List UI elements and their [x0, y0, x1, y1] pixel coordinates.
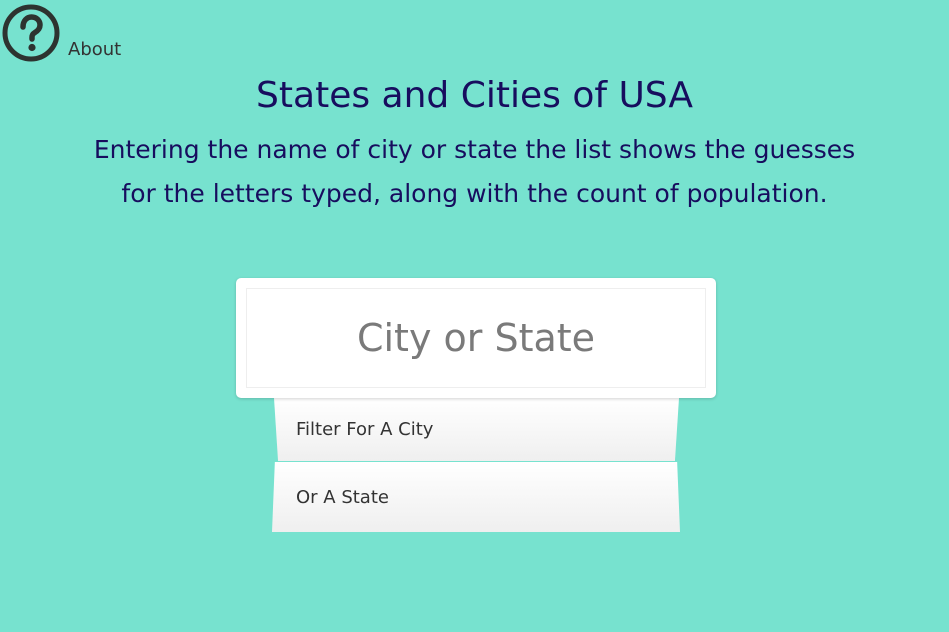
subtitle-line-2: for the letters typed, along with the co… [121, 179, 828, 208]
help-circle-icon [2, 4, 60, 62]
subtitle-line-1: Entering the name of city or state the l… [93, 135, 856, 164]
search-input[interactable] [246, 288, 706, 388]
page-title: States and Cities of USA [256, 75, 693, 116]
suggestion-item-city[interactable]: Filter For A City [274, 398, 679, 461]
about-link[interactable]: About [2, 4, 121, 64]
search-form [236, 278, 716, 398]
suggestion-label: Filter For A City [296, 419, 434, 440]
about-label: About [68, 39, 122, 60]
suggestion-item-state[interactable]: Or A State [272, 462, 680, 532]
page-subtitle: Entering the name of city or state the l… [0, 128, 949, 216]
suggestion-label: Or A State [296, 486, 389, 508]
